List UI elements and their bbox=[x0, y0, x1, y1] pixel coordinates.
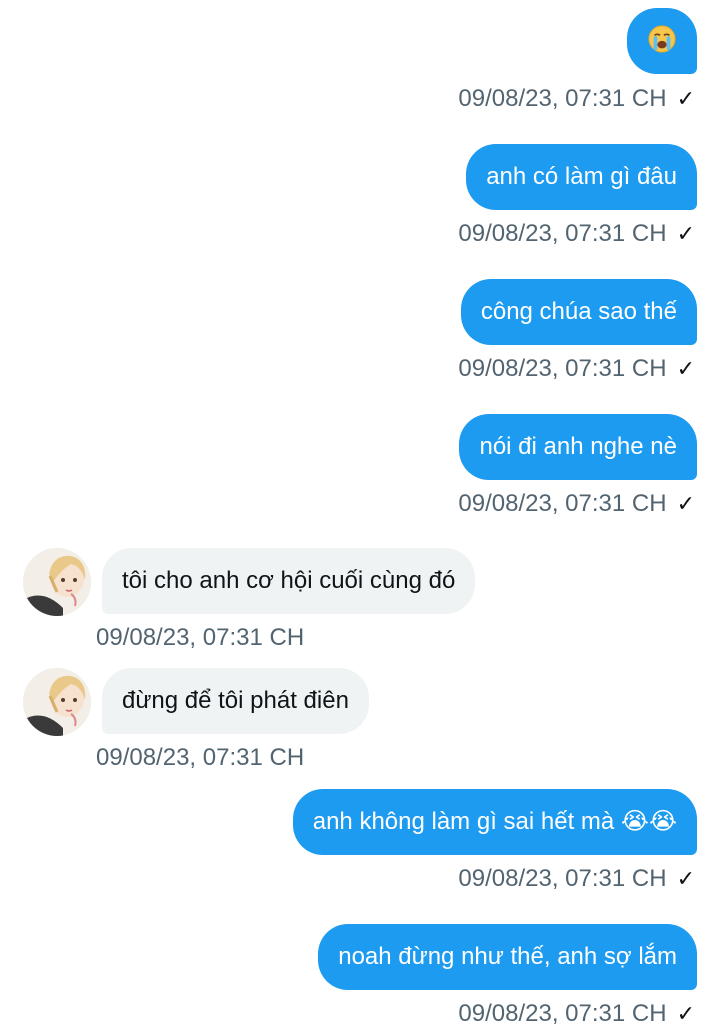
message-meta: 09/08/23, 07:31 CH ✓ bbox=[458, 220, 695, 249]
message-meta: 09/08/23, 07:31 CH ✓ bbox=[458, 1000, 695, 1029]
avatar-image bbox=[23, 668, 91, 736]
message-bubble[interactable]: anh không làm gì sai hết mà 😭😭 bbox=[292, 789, 697, 855]
message-bubble[interactable]: noah đừng như thế, anh sợ lắm bbox=[318, 924, 697, 990]
timestamp: 09/08/23, 07:31 CH bbox=[96, 624, 305, 651]
timestamp: 09/08/23, 07:31 CH bbox=[96, 744, 305, 771]
loudly-crying-face-icon bbox=[648, 25, 676, 53]
timestamp: 09/08/23, 07:31 CH bbox=[458, 220, 667, 247]
message-meta: 09/08/23, 07:31 CH ✓ bbox=[458, 865, 695, 894]
timestamp: 09/08/23, 07:31 CH bbox=[458, 490, 667, 517]
message-bubble[interactable]: nói đi anh nghe nè bbox=[459, 414, 697, 480]
checkmark-icon: ✓ bbox=[676, 222, 695, 247]
message-bubble[interactable]: tôi cho anh cơ hội cuối cùng đó bbox=[102, 548, 476, 614]
timestamp: 09/08/23, 07:31 CH bbox=[458, 865, 667, 892]
checkmark-icon: ✓ bbox=[676, 867, 695, 892]
avatar-image bbox=[23, 548, 91, 616]
message-meta: 09/08/23, 07:31 CH ✓ bbox=[458, 490, 695, 519]
checkmark-icon: ✓ bbox=[676, 87, 695, 112]
message-meta: 09/08/23, 07:31 CH bbox=[96, 744, 304, 772]
message-bubble[interactable]: công chúa sao thế bbox=[460, 279, 697, 345]
checkmark-icon: ✓ bbox=[676, 1002, 695, 1027]
timestamp: 09/08/23, 07:31 CH bbox=[458, 1000, 667, 1027]
message-bubble[interactable] bbox=[627, 8, 697, 74]
message-meta: 09/08/23, 07:31 CH ✓ bbox=[458, 85, 695, 114]
user-avatar[interactable] bbox=[23, 548, 91, 616]
user-avatar[interactable] bbox=[23, 668, 91, 736]
timestamp: 09/08/23, 07:31 CH bbox=[458, 355, 667, 382]
message-bubble[interactable]: anh có làm gì đâu bbox=[466, 144, 697, 210]
message-meta: 09/08/23, 07:31 CH bbox=[96, 624, 304, 652]
message-meta: 09/08/23, 07:31 CH ✓ bbox=[458, 355, 695, 384]
checkmark-icon: ✓ bbox=[676, 492, 695, 517]
timestamp: 09/08/23, 07:31 CH bbox=[458, 85, 667, 112]
checkmark-icon: ✓ bbox=[676, 357, 695, 382]
message-bubble[interactable]: đừng để tôi phát điên bbox=[102, 668, 369, 734]
